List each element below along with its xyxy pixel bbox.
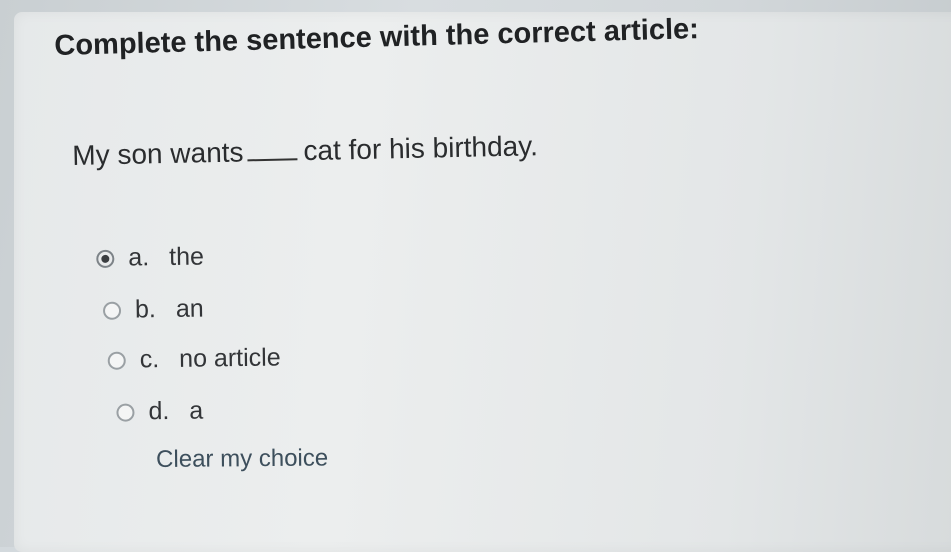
option-letter: d. <box>148 396 170 426</box>
option-text: no article <box>178 343 281 373</box>
screen-background: Complete the sentence with the correct a… <box>0 0 951 552</box>
option-b[interactable]: b. an <box>102 294 204 325</box>
sentence-before: My son wants <box>72 136 244 171</box>
radio-button-c[interactable] <box>107 351 126 370</box>
sentence-after: cat for his birthday. <box>303 130 539 167</box>
option-letter: a. <box>128 243 150 272</box>
option-d[interactable]: d. a <box>116 397 203 427</box>
option-text: the <box>168 242 205 271</box>
option-c[interactable]: c. no article <box>107 343 281 374</box>
radio-button-b[interactable] <box>102 301 122 320</box>
sentence-blank <box>247 158 298 162</box>
option-a[interactable]: a. the <box>96 242 204 272</box>
question-card <box>14 12 951 552</box>
radio-button-a[interactable] <box>96 249 115 268</box>
option-text: an <box>175 294 204 323</box>
option-letter: c. <box>139 345 160 374</box>
clear-choice-link[interactable]: Clear my choice <box>156 444 328 474</box>
option-letter: b. <box>134 295 157 324</box>
radio-button-d[interactable] <box>116 402 135 422</box>
option-text: a <box>189 396 204 425</box>
